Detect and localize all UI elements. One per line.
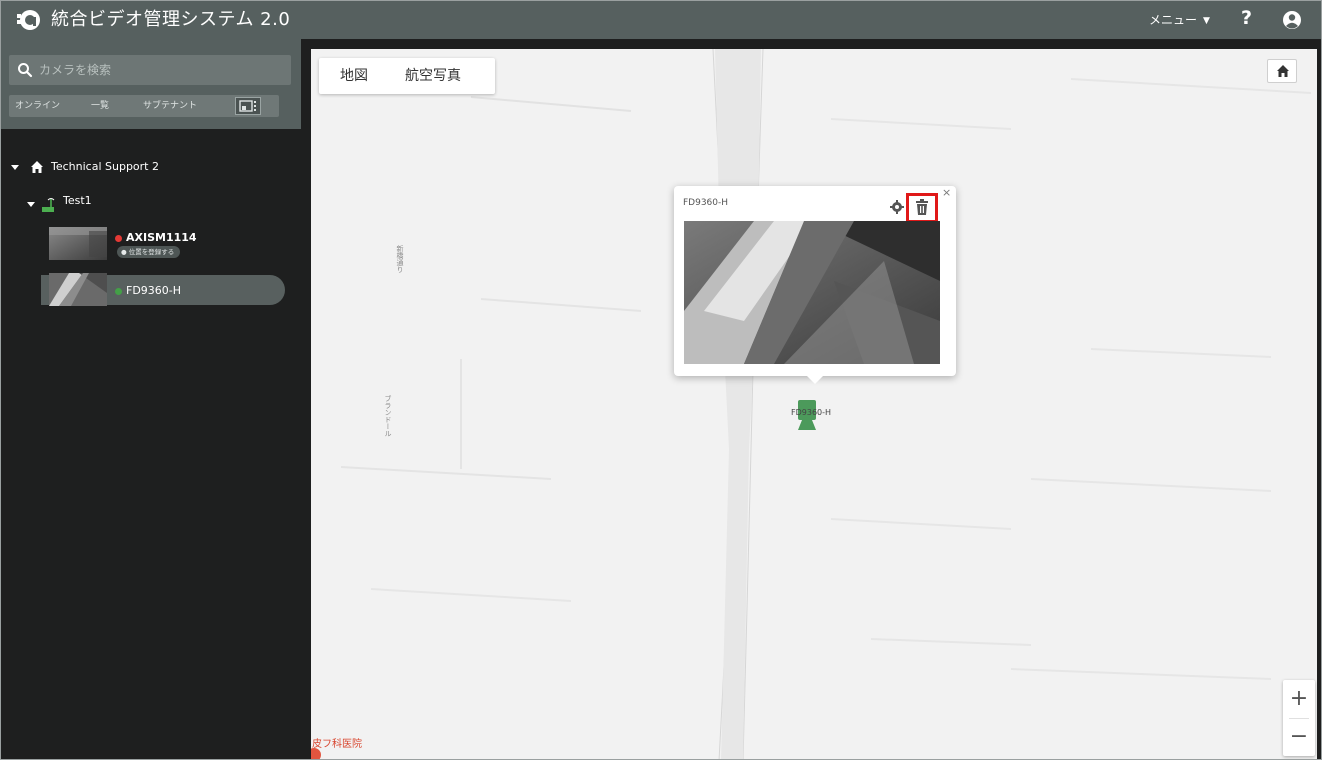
zoom-control: + −	[1283, 680, 1315, 756]
chevron-down-icon	[27, 202, 35, 207]
status-offline-dot	[115, 235, 122, 242]
tree-root-label: Technical Support 2	[51, 160, 159, 173]
tree-group-label: Test1	[63, 194, 92, 207]
camera-name: AXISM1114	[126, 231, 197, 244]
zoom-in-button[interactable]: +	[1283, 680, 1315, 718]
home-icon	[31, 161, 43, 173]
thumbnail-view-icon	[239, 100, 256, 112]
close-icon[interactable]: ×	[942, 186, 951, 199]
status-online-dot	[115, 288, 122, 295]
gear-icon[interactable]	[890, 200, 904, 214]
filter-subtenant[interactable]: サブテナント	[143, 98, 197, 114]
filter-online[interactable]: オンライン	[15, 98, 60, 114]
app-window: 統合ビデオ管理システム 2.0 メニュー ▼ ? オンライン 一覧 サブテナント	[0, 0, 1322, 760]
register-location-badge[interactable]: ● 位置を登録する	[117, 246, 181, 258]
map-type-tabs: 地図 航空写真	[319, 58, 495, 94]
camera-thumbnail	[49, 273, 107, 306]
chevron-down-icon	[11, 165, 19, 170]
map-canvas[interactable]: 新橋通り ブランドール 地図 航空写真 FD9360-H × FD9360-H …	[311, 49, 1317, 759]
app-logo-icon	[17, 10, 40, 30]
chevron-down-icon: ▼	[1203, 16, 1210, 26]
search-icon	[18, 63, 33, 78]
map-panel: 新橋通り ブランドール 地図 航空写真 FD9360-H × FD9360-H …	[301, 39, 1321, 759]
tab-map[interactable]: 地図	[340, 58, 368, 94]
camera-name: FD9360-H	[126, 284, 182, 297]
network-group-icon	[42, 198, 55, 212]
camera-search-input[interactable]	[39, 59, 279, 81]
app-header: 統合ビデオ管理システム 2.0 メニュー ▼ ?	[1, 1, 1321, 39]
zoom-out-button[interactable]: −	[1283, 718, 1315, 756]
tab-satellite[interactable]: 航空写真	[405, 58, 461, 94]
register-location-label: 位置を登録する	[128, 248, 175, 256]
app-title: 統合ビデオ管理システム 2.0	[51, 9, 291, 30]
camera-item-axism1114[interactable]: AXISM1114 ● 位置を登録する	[41, 227, 285, 260]
home-icon	[1277, 65, 1289, 77]
poi-label: 皮フ科医院	[312, 739, 362, 750]
road-label: ブランドール	[384, 395, 392, 437]
map-home-button[interactable]	[1267, 59, 1297, 83]
camera-sidebar: オンライン 一覧 サブテナント	[1, 39, 301, 759]
thumbnail-view-toggle[interactable]	[235, 97, 261, 115]
help-button[interactable]: ?	[1241, 7, 1252, 29]
trash-icon	[916, 199, 928, 215]
map-pin-icon: ●	[121, 248, 129, 256]
menu-button[interactable]: メニュー ▼	[1149, 12, 1210, 29]
popup-title: FD9360-H	[683, 198, 729, 208]
camera-thumbnail	[49, 227, 107, 260]
menu-button-label: メニュー	[1149, 13, 1198, 27]
sidebar-toolbar: オンライン 一覧 サブテナント	[1, 39, 301, 129]
popup-pointer	[806, 375, 824, 384]
user-circle-icon[interactable]	[1282, 10, 1302, 30]
camera-popup: FD9360-H ×	[674, 186, 956, 384]
camera-item-fd9360-h[interactable]: FD9360-H	[41, 273, 285, 306]
filter-list[interactable]: 一覧	[91, 98, 109, 114]
filter-bar: オンライン 一覧 サブテナント	[9, 95, 279, 117]
camera-live-preview	[684, 221, 940, 364]
camera-search	[9, 55, 291, 85]
marker-label: FD9360-H	[791, 408, 832, 417]
road-label: 新橋通り	[396, 245, 404, 273]
poi-icon[interactable]	[311, 748, 321, 759]
delete-button[interactable]	[906, 193, 938, 223]
